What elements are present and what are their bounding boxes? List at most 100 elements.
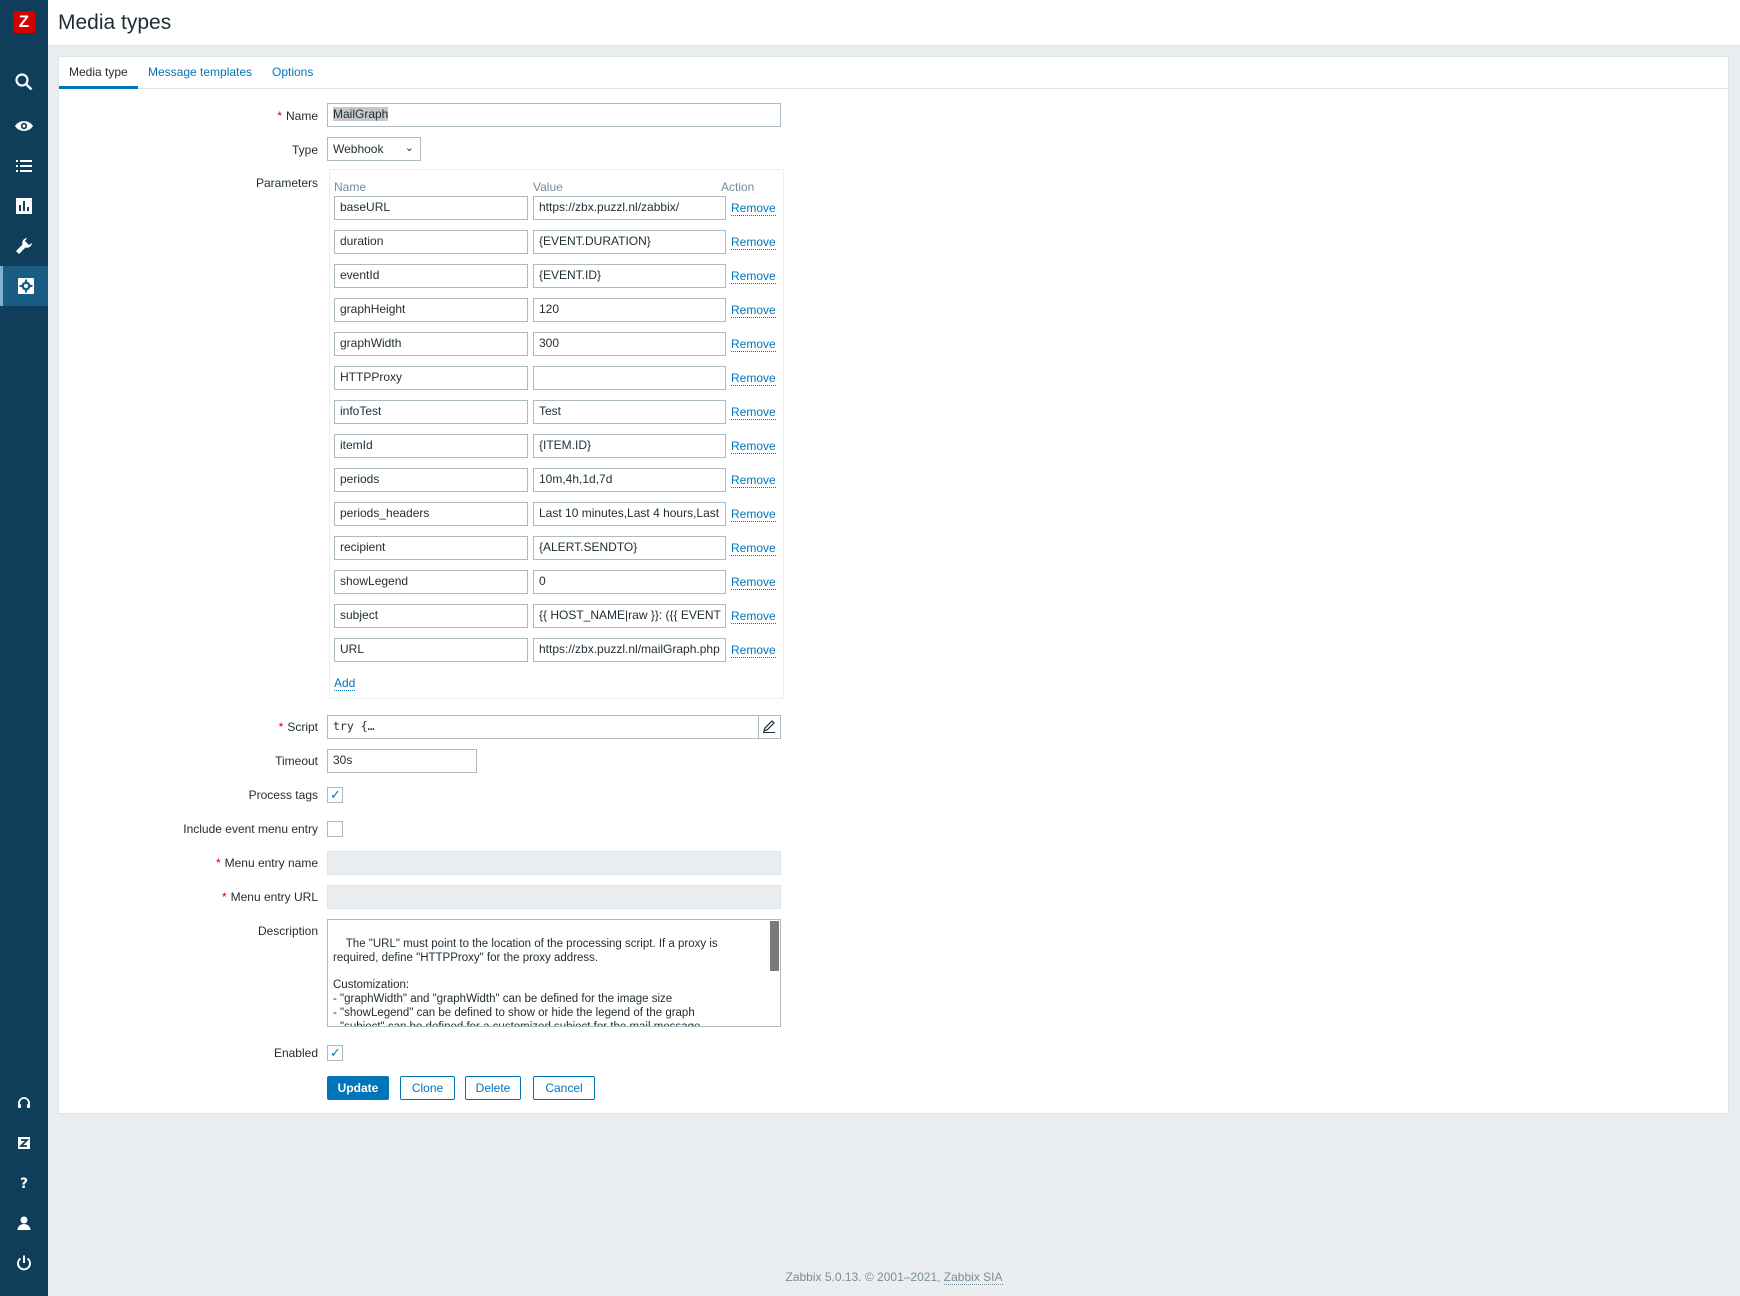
param-name-field[interactable]: periods_headers	[334, 502, 528, 526]
script-field[interactable]: try {…	[327, 715, 759, 739]
param-add-link[interactable]: Add	[334, 677, 356, 691]
param-remove-link[interactable]: Remove	[731, 406, 776, 420]
footer: Zabbix 5.0.13. © 2001–2021, Zabbix SIA	[48, 1270, 1740, 1285]
param-remove-link[interactable]: Remove	[731, 440, 776, 454]
search-icon[interactable]	[0, 62, 48, 102]
help-icon[interactable]: ?	[0, 1163, 48, 1203]
zabbix-icon[interactable]	[0, 1123, 48, 1163]
enabled-checkbox[interactable]: ✓	[327, 1045, 343, 1061]
param-value-field[interactable]: https://zbx.puzzl.nl/mailGraph.php	[533, 638, 726, 662]
param-value-field[interactable]: {ITEM.ID}	[533, 434, 726, 458]
update-button[interactable]: Update	[327, 1076, 389, 1100]
param-remove-link[interactable]: Remove	[731, 372, 776, 386]
type-select[interactable]: Webhook ⌄	[327, 137, 421, 161]
cancel-button[interactable]: Cancel	[533, 1076, 595, 1100]
eye-icon[interactable]	[0, 106, 48, 146]
tabs: Media type Message templates Options	[59, 57, 1728, 89]
svg-text:?: ?	[20, 1176, 28, 1192]
required-marker: *	[215, 856, 221, 870]
param-value-field[interactable]: 300	[533, 332, 726, 356]
wrench-icon[interactable]	[0, 226, 48, 266]
name-field[interactable]: MailGraph	[327, 103, 781, 127]
tab-options[interactable]: Options	[262, 65, 323, 89]
zabbix-sia-link[interactable]: Zabbix SIA	[943, 1270, 1003, 1285]
checkmark-icon: ✓	[330, 1045, 341, 1060]
description-field[interactable]: The "URL" must point to the location of …	[327, 919, 781, 1027]
parameters-table: Name Value Action baseURL https://zbx.puz…	[329, 169, 784, 699]
delete-button[interactable]: Delete	[465, 1076, 521, 1100]
param-name-field[interactable]: subject	[334, 604, 528, 628]
param-remove-link[interactable]: Remove	[731, 236, 776, 250]
param-name-field[interactable]: duration	[334, 230, 528, 254]
required-marker: *	[221, 890, 227, 904]
script-label: * Script	[278, 720, 318, 734]
description-label: Description	[257, 924, 318, 938]
event-menu-label: Include event menu entry	[183, 822, 318, 836]
param-value-field[interactable]: {EVENT.DURATION}	[533, 230, 726, 254]
name-label: * Name	[277, 109, 318, 123]
param-name-field[interactable]: baseURL	[334, 196, 528, 220]
required-marker: *	[277, 109, 282, 123]
process-tags-label: Process tags	[248, 788, 318, 802]
param-remove-link[interactable]: Remove	[731, 644, 776, 658]
scrollbar[interactable]	[770, 921, 779, 971]
param-name-field[interactable]: periods	[334, 468, 528, 492]
list-icon[interactable]	[0, 146, 48, 186]
param-value-field[interactable]: Test	[533, 400, 726, 424]
param-name-field[interactable]: HTTPProxy	[334, 366, 528, 390]
tab-message-templates[interactable]: Message templates	[138, 65, 262, 89]
process-tags-checkbox[interactable]: ✓	[327, 787, 343, 803]
param-value-field[interactable]: Last 10 minutes,Last 4 hours,Last	[533, 502, 726, 526]
param-header-value: Value	[533, 180, 563, 194]
parameters-label: Parameters	[255, 176, 318, 190]
power-icon[interactable]	[0, 1243, 48, 1283]
edit-script-button[interactable]	[758, 715, 781, 739]
timeout-label: Timeout	[275, 754, 318, 768]
param-name-field[interactable]: graphHeight	[334, 298, 528, 322]
sidebar: Z ?	[0, 0, 48, 1296]
param-remove-link[interactable]: Remove	[731, 576, 776, 590]
param-value-field[interactable]: 0	[533, 570, 726, 594]
zabbix-logo[interactable]: Z	[13, 11, 35, 33]
clone-button[interactable]: Clone	[400, 1076, 455, 1100]
param-value-field[interactable]: {EVENT.ID}	[533, 264, 726, 288]
param-remove-link[interactable]: Remove	[731, 202, 776, 216]
menu-entry-name-label: * Menu entry name	[215, 856, 318, 870]
checkmark-icon: ✓	[330, 787, 341, 802]
event-menu-checkbox[interactable]	[327, 821, 343, 837]
pencil-icon	[763, 720, 775, 733]
tab-media-type[interactable]: Media type	[59, 65, 138, 89]
headset-icon[interactable]	[0, 1083, 48, 1123]
param-remove-link[interactable]: Remove	[731, 610, 776, 624]
param-remove-link[interactable]: Remove	[731, 508, 776, 522]
menu-entry-url-field	[327, 885, 781, 909]
menu-entry-name-field	[327, 851, 781, 875]
param-remove-link[interactable]: Remove	[731, 304, 776, 318]
param-name-field[interactable]: infoTest	[334, 400, 528, 424]
param-remove-link[interactable]: Remove	[731, 270, 776, 284]
param-name-field[interactable]: recipient	[334, 536, 528, 560]
user-icon[interactable]	[0, 1203, 48, 1243]
param-remove-link[interactable]: Remove	[731, 542, 776, 556]
param-name-field[interactable]: URL	[334, 638, 528, 662]
media-type-form: Media type Message templates Options * Na…	[58, 56, 1729, 1114]
gear-icon[interactable]	[0, 266, 48, 306]
timeout-field[interactable]: 30s	[327, 749, 477, 773]
param-name-field[interactable]: eventId	[334, 264, 528, 288]
param-name-field[interactable]: graphWidth	[334, 332, 528, 356]
type-label: Type	[291, 143, 318, 157]
param-value-field[interactable]: https://zbx.puzzl.nl/zabbix/	[533, 196, 726, 220]
param-value-field[interactable]: {ALERT.SENDTO}	[533, 536, 726, 560]
chevron-down-icon: ⌄	[404, 142, 414, 154]
param-remove-link[interactable]: Remove	[731, 338, 776, 352]
param-remove-link[interactable]: Remove	[731, 474, 776, 488]
chart-icon[interactable]	[0, 186, 48, 226]
param-value-field[interactable]	[533, 366, 726, 390]
menu-entry-url-label: * Menu entry URL	[221, 890, 318, 904]
page-title: Media types	[58, 11, 172, 34]
param-name-field[interactable]: itemId	[334, 434, 528, 458]
param-value-field[interactable]: 120	[533, 298, 726, 322]
param-name-field[interactable]: showLegend	[334, 570, 528, 594]
param-value-field[interactable]: 10m,4h,1d,7d	[533, 468, 726, 492]
param-value-field[interactable]: {{ HOST_NAME|raw }}: ({{ EVENT	[533, 604, 726, 628]
